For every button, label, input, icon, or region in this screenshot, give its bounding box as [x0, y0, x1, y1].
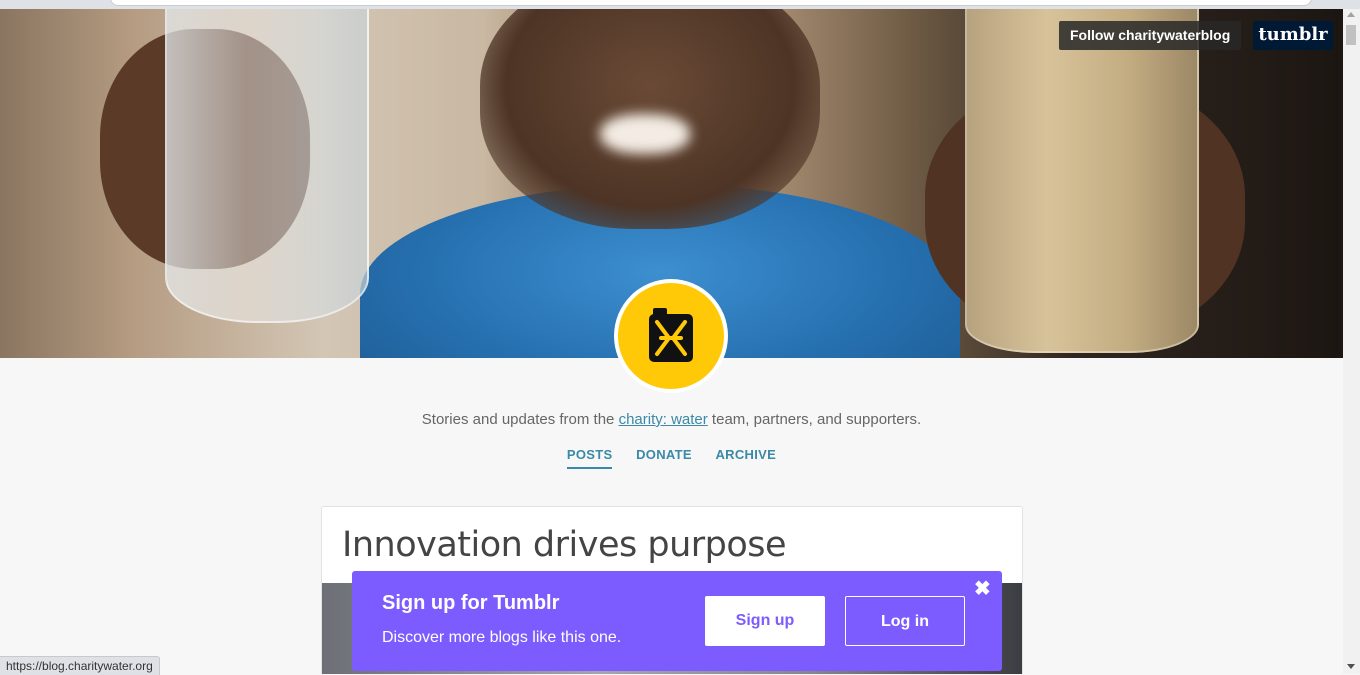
tumblr-logo[interactable]: tumblr: [1253, 21, 1333, 50]
blog-avatar[interactable]: [614, 279, 728, 393]
description-prefix: Stories and updates from the: [421, 411, 619, 428]
browser-chrome: [0, 0, 1360, 9]
address-bar[interactable]: [110, 0, 1312, 6]
charity-water-link[interactable]: charity: water: [619, 411, 708, 428]
scroll-thumb[interactable]: [1346, 25, 1356, 45]
description-suffix: team, partners, and supporters.: [707, 411, 922, 428]
blog-nav: POSTS DONATE ARCHIVE: [0, 447, 1343, 469]
scroll-down-icon[interactable]: [1347, 664, 1355, 669]
nav-posts[interactable]: POSTS: [566, 447, 613, 469]
signup-title: Sign up for Tumblr: [382, 592, 560, 614]
status-url-bar: https://blog.charitywater.org: [0, 656, 160, 675]
header-image-dirty-glass: [965, 9, 1199, 353]
scrollbar[interactable]: [1343, 9, 1360, 674]
blog-description: Stories and updates from the charity: wa…: [0, 411, 1343, 428]
page-viewport: Follow charitywaterblog tumblr Stories a…: [0, 9, 1343, 674]
signup-subtitle: Discover more blogs like this one.: [382, 629, 622, 646]
header-image-smile: [600, 114, 690, 154]
nav-archive[interactable]: ARCHIVE: [715, 447, 776, 467]
signup-button[interactable]: Sign up: [705, 596, 825, 646]
signup-banner: Sign up for Tumblr Discover more blogs l…: [352, 571, 1002, 671]
login-button[interactable]: Log in: [845, 596, 965, 646]
jerry-can-icon: [649, 308, 693, 362]
post-title[interactable]: Innovation drives purpose: [342, 525, 787, 565]
header-image-clean-glass: [165, 9, 369, 323]
scroll-up-icon[interactable]: [1347, 12, 1355, 17]
close-icon[interactable]: ✖: [974, 579, 991, 599]
nav-donate[interactable]: DONATE: [636, 447, 692, 467]
follow-button[interactable]: Follow charitywaterblog: [1059, 21, 1242, 50]
